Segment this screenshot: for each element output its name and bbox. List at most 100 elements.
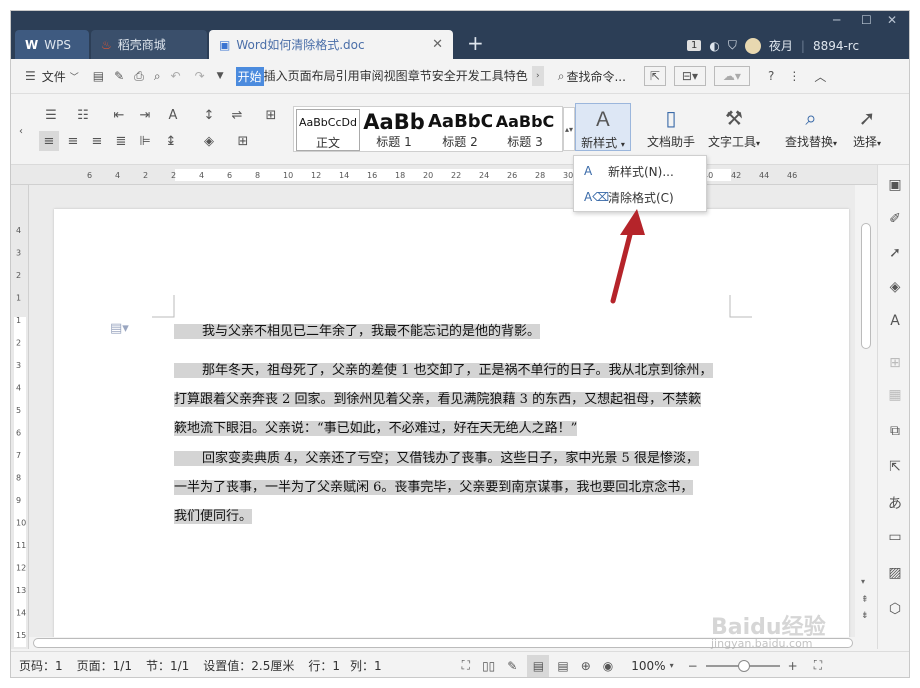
tab-document[interactable]: ▣ Word如何清除格式.doc ✕ [209, 30, 453, 59]
status-col[interactable]: 列：1 [350, 657, 382, 674]
text-line[interactable]: 簌地流下眼泪。父亲说：“事已如此，不必难过，好在天无绝人之路！” [174, 414, 730, 443]
more-icon[interactable]: ⋮ [788, 69, 800, 83]
menu-tab-special[interactable]: 特色 [504, 67, 528, 86]
preview-icon[interactable]: ⌕ [154, 69, 161, 84]
print-icon[interactable]: ⎙ [134, 69, 144, 84]
close-tab-icon[interactable]: ✕ [432, 37, 443, 52]
table-icon[interactable]: ⊞ [261, 105, 281, 125]
status-row[interactable]: 行：1 [308, 657, 340, 674]
menu-tab-references[interactable]: 引用 [336, 67, 360, 86]
document-page[interactable]: ▤▾ 我与父亲不相见已二年余了，我最不能忘记的是他的背影。 那年冬天，祖母死了，父… [54, 209, 849, 637]
justify-icon[interactable]: ≣ [111, 131, 131, 151]
menu-tab-review[interactable]: 审阅 [360, 67, 384, 86]
text-line[interactable]: 我们便同行。 [174, 502, 730, 531]
vertical-scrollbar[interactable]: ▾ ⇞ ⇟ [857, 185, 875, 637]
chinese-layout-icon[interactable]: A [163, 105, 183, 125]
image-search-icon[interactable]: ⧉ [886, 423, 904, 441]
command-search[interactable]: 查找命令... [566, 68, 625, 85]
cloud-icon[interactable]: ☁▾ [713, 66, 750, 86]
find-replace-button[interactable]: ⌕ 查找替换▾ [781, 103, 841, 159]
maximize-button[interactable]: ☐ [861, 13, 872, 27]
text-line[interactable]: 那年冬天，祖母死了，父亲的差使 1 也交卸了，正是祸不单行的日子。我从北京到徐州… [174, 356, 730, 385]
archive-icon[interactable]: ▭ [886, 529, 904, 547]
next-page-icon[interactable]: ⇟ [861, 611, 869, 621]
line-spacing-icon[interactable]: ↨ [161, 131, 181, 151]
text-style-icon[interactable]: A [886, 313, 904, 331]
outline-view-icon[interactable]: ▤ [557, 659, 568, 673]
selected-text[interactable]: 我们便同行。 [174, 509, 253, 524]
menu-scroll-right-icon[interactable]: › [531, 66, 544, 86]
picture-icon[interactable]: ▨ [886, 565, 904, 583]
collaborate-icon[interactable]: ⊟▾ [673, 66, 706, 86]
translate-icon[interactable]: あ [886, 493, 904, 512]
shading-icon[interactable]: ◈ [199, 131, 219, 151]
reading-mode-icon[interactable]: ▯▯ [482, 659, 495, 673]
vertical-ruler[interactable]: 4 3 2 1 1 2 3 4 5 6 7 8 9 10 11 12 13 14 15 [11, 185, 29, 649]
decrease-indent-icon[interactable]: ⇤ [109, 105, 129, 125]
web-view-icon[interactable]: ⊕ [581, 659, 591, 673]
share-icon[interactable]: ⇱ [643, 66, 666, 86]
document-area[interactable]: ▤▾ 我与父亲不相见已二年余了，我最不能忘记的是他的背影。 那年冬天，祖母死了，父… [29, 185, 855, 637]
menu-tab-view[interactable]: 视图 [384, 67, 408, 86]
help-icon[interactable]: ? [768, 69, 774, 83]
tab-shop[interactable]: ♨ 稻壳商城 [91, 30, 207, 59]
select-button[interactable]: ➚ 选择▾ [847, 103, 887, 159]
close-window-button[interactable]: ✕ [887, 13, 897, 27]
new-style-button[interactable]: Ａ 新样式 ▾ [575, 103, 631, 151]
save-icon[interactable]: ▤ [93, 69, 104, 83]
ribbon-left-arrow-icon[interactable]: ‹ [11, 121, 31, 141]
selected-text[interactable]: 簌地流下眼泪。父亲说：“事已如此，不必难过，好在天无绝人之路！” [174, 421, 578, 436]
collapse-ribbon-icon[interactable]: ︿ [814, 68, 826, 85]
prev-page-icon[interactable]: ⇞ [861, 595, 869, 605]
format-painter-icon[interactable]: ✎ [114, 69, 124, 83]
selected-text[interactable]: 打算跟着父亲奔丧 2 回家。到徐州见着父亲，看见满院狼藉 3 的东西，又想起祖母… [174, 392, 702, 407]
text-line[interactable]: 我与父亲不相见已二年余了，我最不能忘记的是他的背影。 [174, 317, 730, 346]
selected-text[interactable]: 那年冬天，祖母死了，父亲的差使 1 也交卸了，正是祸不单行的日子。我从北京到徐州… [174, 363, 713, 378]
sort-icon[interactable]: ↕ [199, 105, 219, 125]
zoom-slider-handle[interactable] [737, 659, 750, 672]
status-setting[interactable]: 设置值：2.5厘米 [203, 657, 294, 674]
minimize-button[interactable]: ─ [833, 13, 840, 27]
fit-page-icon[interactable]: ⛶ [814, 658, 822, 673]
tab-wps[interactable]: W WPS [15, 30, 89, 59]
zoom-out-icon[interactable]: − [688, 659, 698, 673]
selected-text[interactable]: 我与父亲不相见已二年余了，我最不能忘记的是他的背影。 [174, 324, 541, 339]
new-tab-icon[interactable]: + [467, 31, 484, 55]
style-gallery-scroll-icon[interactable]: ▴▾ [563, 107, 575, 151]
zoom-dropdown-icon[interactable]: ▾ [670, 661, 674, 670]
menu-tab-chapter[interactable]: 章节 [408, 67, 432, 86]
status-page-number[interactable]: 页码：1 [19, 657, 63, 674]
paragraph[interactable]: 回家变卖典质 4，父亲还了亏空；又借钱办了丧事。这些日子，家中光景 5 很是惨淡… [174, 444, 730, 531]
status-pages[interactable]: 页面：1/1 [77, 657, 132, 674]
table-grid-icon[interactable]: ⊞ [886, 355, 904, 373]
user-name[interactable]: 夜月 [769, 37, 793, 54]
scroll-down-icon[interactable]: ▾ [861, 577, 865, 586]
window-count-badge[interactable]: 1 [687, 40, 702, 51]
avatar[interactable] [744, 37, 761, 54]
selected-text[interactable]: 一半为了丧事，一半为了父亲赋闲 6。丧事完毕，父亲要到南京谋事，我也要回北京念书… [174, 480, 694, 495]
shield-icon[interactable]: ⬡ [886, 601, 904, 619]
menu-tab-home[interactable]: 开始 [235, 66, 264, 86]
align-right-icon[interactable]: ≡ [87, 131, 107, 151]
chart-icon[interactable]: ▦ [886, 387, 904, 405]
pointer-icon[interactable]: ➚ [886, 245, 904, 263]
style-heading2[interactable]: AaBbC 标题 2 [428, 109, 492, 151]
paragraph[interactable]: 我与父亲不相见已二年余了，我最不能忘记的是他的背影。 [174, 317, 730, 346]
page-view-icon[interactable]: ▤ [527, 654, 550, 677]
border-icon[interactable]: ⊞ [233, 131, 253, 151]
scroll-thumb[interactable] [861, 223, 871, 349]
eraser-icon[interactable]: ✐ [886, 211, 904, 229]
bullet-list-icon[interactable]: ☰ [41, 105, 61, 125]
status-section[interactable]: 节：1/1 [146, 657, 189, 674]
menu-tab-insert[interactable]: 插入 [264, 67, 288, 86]
align-left-icon[interactable]: ≡ [39, 131, 59, 151]
dropdown-clear-format[interactable]: A⌫ 清除格式(C) [574, 184, 708, 210]
zoom-in-icon[interactable]: + [788, 659, 798, 673]
eye-protect-icon[interactable]: ◉ [603, 659, 613, 673]
undo-icon[interactable]: ↶ [171, 69, 181, 83]
horizontal-ruler[interactable]: 6422468101214161820222426283032343638404… [11, 165, 909, 185]
show-marks-icon[interactable]: ⇌ [227, 105, 247, 125]
skin-icon[interactable]: ◐ [709, 39, 719, 53]
file-menu[interactable]: 文件 [42, 68, 66, 85]
zoom-slider[interactable] [705, 659, 780, 672]
